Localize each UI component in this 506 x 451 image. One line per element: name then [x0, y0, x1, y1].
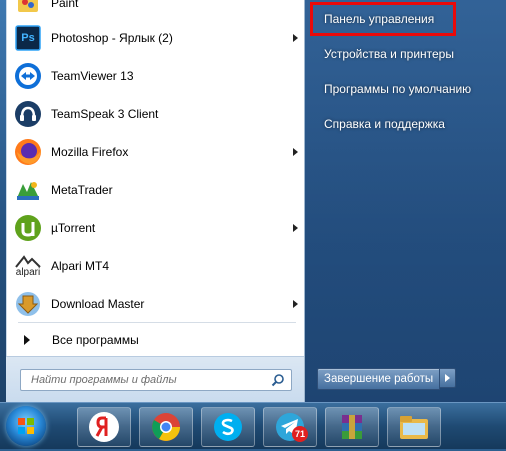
skype-icon: [214, 413, 242, 441]
photoshop-icon-text: Ps: [21, 32, 35, 44]
program-label: Photoshop - Ярлык (2): [51, 31, 173, 45]
program-label: µTorrent: [51, 221, 96, 235]
program-item-metatrader[interactable]: MetaTrader: [10, 171, 302, 209]
submenu-arrow-icon: [293, 224, 298, 232]
windows-logo-icon: [18, 418, 34, 434]
program-label: MetaTrader: [51, 183, 113, 197]
program-label: TeamSpeak 3 Client: [51, 107, 159, 121]
program-label: TeamViewer 13: [51, 69, 134, 83]
submenu-arrow-icon: [293, 148, 298, 156]
teamviewer-icon: [13, 61, 43, 91]
program-item-teamspeak[interactable]: TeamSpeak 3 Client: [10, 95, 302, 133]
taskbar-explorer-button[interactable]: [387, 407, 441, 447]
taskbar-telegram-button[interactable]: 71: [263, 407, 317, 447]
paint-icon: [13, 0, 43, 18]
separator: [18, 322, 296, 323]
teamspeak-icon: [13, 99, 43, 129]
right-item-label: Устройства и принтеры: [324, 47, 454, 61]
shutdown-button[interactable]: Завершение работы: [317, 368, 441, 390]
metatrader-icon: [13, 175, 43, 205]
program-item-teamviewer[interactable]: TeamViewer 13: [10, 57, 302, 95]
all-programs-label: Все программы: [52, 333, 139, 347]
default-programs-link[interactable]: Программы по умолчанию: [315, 76, 501, 102]
notification-badge: 71: [292, 426, 308, 442]
alpari-icon: alpari: [13, 251, 43, 281]
search-box: [20, 369, 292, 391]
program-item-firefox[interactable]: Mozilla Firefox: [10, 133, 302, 171]
download-master-icon: [13, 289, 43, 319]
program-label: Paint: [51, 0, 79, 10]
shutdown-options-arrow-icon[interactable]: [440, 368, 457, 388]
firefox-icon: [13, 137, 43, 167]
utorrent-icon: [13, 213, 43, 243]
program-item-alpari[interactable]: alpari Alpari MT4: [10, 247, 302, 285]
devices-printers-link[interactable]: Устройства и принтеры: [315, 41, 501, 67]
programs-pane: Paint Ps Photoshop - Ярлык (2) TeamViewe…: [6, 0, 305, 403]
program-label: Download Master: [51, 297, 145, 311]
taskbar-skype-button[interactable]: [201, 407, 255, 447]
chrome-icon: [152, 413, 180, 441]
search-area: [6, 356, 304, 403]
highlight-box: [310, 2, 456, 36]
taskbar-chrome-button[interactable]: [139, 407, 193, 447]
start-menu: Paint Ps Photoshop - Ярлык (2) TeamViewe…: [0, 0, 506, 403]
winrar-icon: [342, 415, 362, 439]
photoshop-icon: Ps: [13, 23, 43, 53]
help-support-link[interactable]: Справка и поддержка: [315, 111, 501, 137]
taskbar-winrar-button[interactable]: [325, 407, 379, 447]
alpari-logo-text: alpari: [15, 267, 41, 278]
file-explorer-icon: [400, 416, 428, 439]
yandex-browser-icon: [89, 412, 119, 442]
program-label: Alpari MT4: [51, 259, 110, 273]
submenu-arrow-icon: [293, 34, 298, 42]
search-input[interactable]: [21, 370, 261, 390]
taskbar-yandex-button[interactable]: [77, 407, 131, 447]
shutdown-group: Завершение работы: [317, 368, 457, 390]
program-item-photoshop[interactable]: Ps Photoshop - Ярлык (2): [10, 19, 302, 57]
right-item-label: Программы по умолчанию: [324, 82, 472, 96]
program-label: Mozilla Firefox: [51, 145, 129, 159]
right-pane: Панель управления Устройства и принтеры …: [305, 0, 506, 402]
right-item-label: Справка и поддержка: [324, 117, 445, 131]
taskbar: 71: [0, 402, 506, 449]
start-button[interactable]: [6, 406, 46, 446]
triangle-right-icon: [24, 335, 30, 345]
all-programs-button[interactable]: Все программы: [10, 328, 300, 352]
program-item-download-master[interactable]: Download Master: [10, 285, 302, 323]
submenu-arrow-icon: [293, 300, 298, 308]
program-item-utorrent[interactable]: µTorrent: [10, 209, 302, 247]
search-icon[interactable]: [271, 373, 285, 387]
